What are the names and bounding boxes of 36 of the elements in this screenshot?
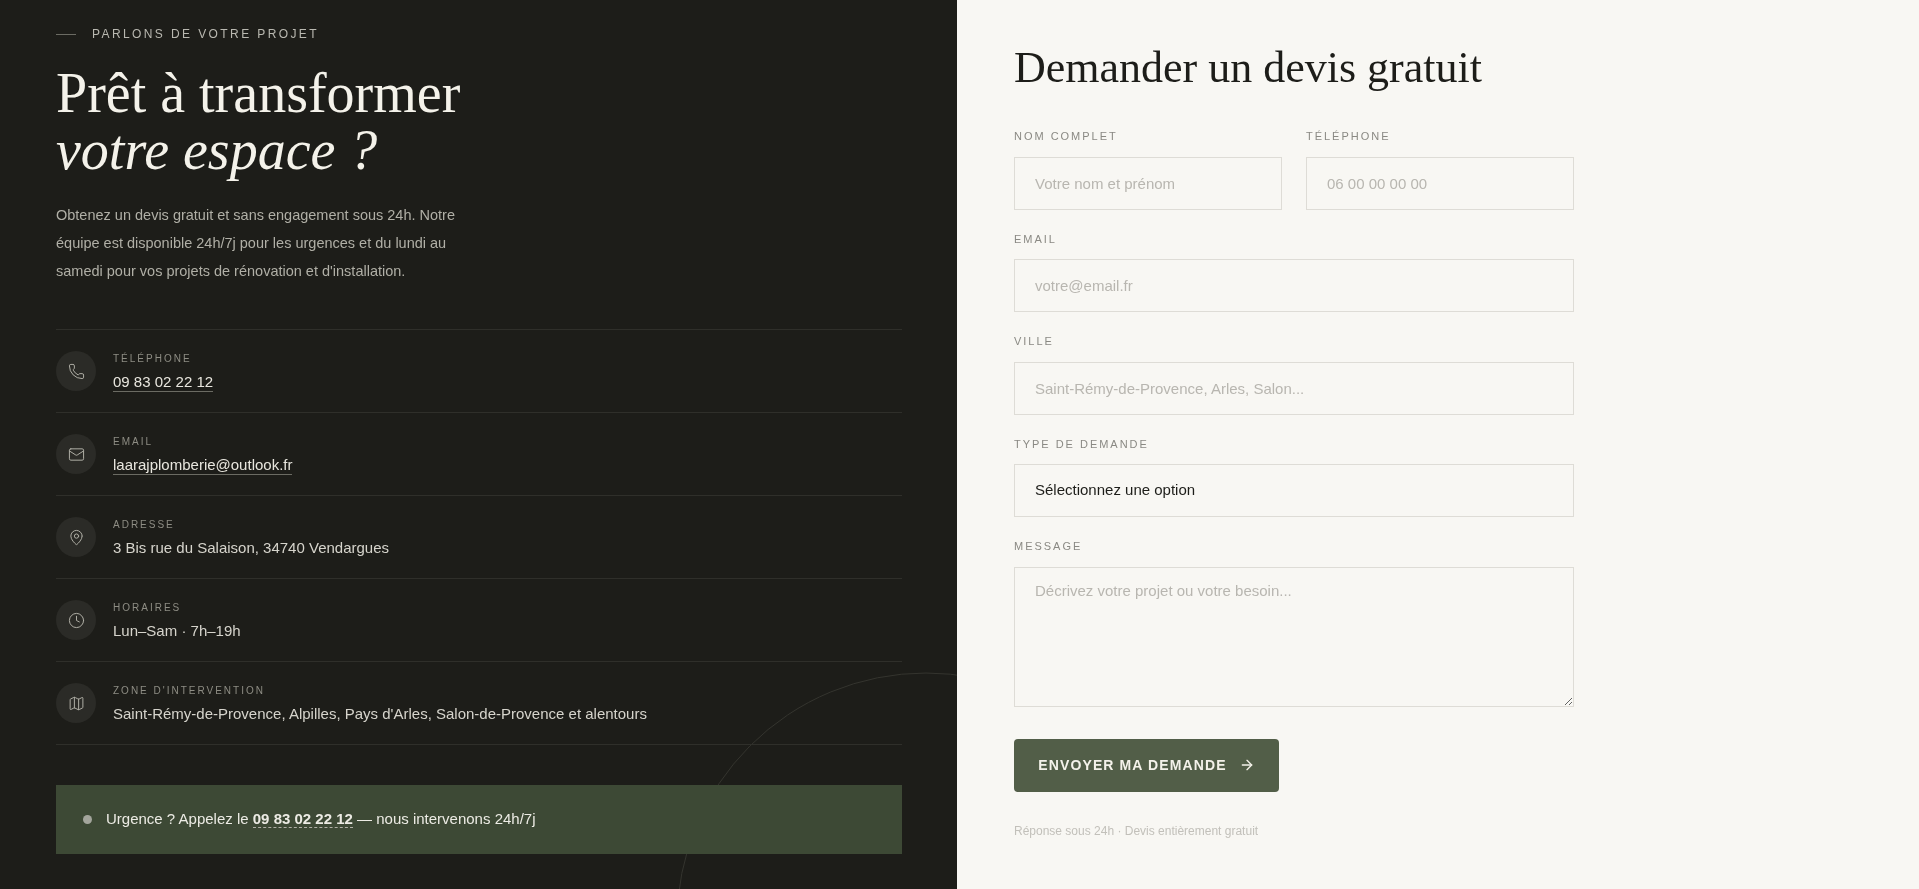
- contact-label: ZONE D'INTERVENTION: [113, 684, 266, 698]
- input-field[interactable]: Votre nom et prénom: [1014, 156, 1282, 210]
- form-note: Réponse sous 24h · Devis entièrement gratuit: [1014, 822, 1260, 840]
- map-pin-icon: [67, 528, 85, 546]
- textarea-field[interactable]: Décrivez votre projet ou votre besoin...: [1014, 566, 1574, 707]
- field-label: TÉLÉPHONE: [1306, 129, 1392, 144]
- clock-icon: [67, 611, 85, 629]
- field-label: VILLE: [1014, 334, 1055, 349]
- field-label: NOM COMPLET: [1014, 129, 1119, 144]
- phone-link[interactable]: 09 83 02 22 12: [252, 810, 353, 829]
- form-title: Demander un devis gratuit: [1014, 42, 1483, 94]
- eyebrow-text: PARLONS DE VOTRE PROJET: [92, 26, 319, 43]
- field-label: MESSAGE: [1014, 539, 1084, 554]
- contact-label: HORAIRES: [113, 601, 183, 615]
- contact-label: EMAIL: [113, 434, 154, 449]
- input-field[interactable]: 06 00 00 00 00: [1306, 156, 1574, 210]
- contact-label: ADRESSE: [113, 518, 176, 532]
- urgency-text: Urgence ? Appelez le 09 83 02 22 12 — nous intervenons 24h/7j: [106, 809, 536, 831]
- field-label: TYPE DE DEMANDE: [1014, 436, 1150, 452]
- input-field[interactable]: Saint-Rémy-de-Provence, Arles, Salon...: [1014, 361, 1574, 415]
- contact-value: Lun–Sam · 7h–19h: [113, 621, 241, 640]
- contact-value: 3 Bis rue du Salaison, 34740 Vendargues: [113, 538, 390, 557]
- contact-link[interactable]: 09 83 02 22 12: [113, 371, 214, 392]
- map-icon: [67, 694, 85, 712]
- input-field[interactable]: votre@email.fr: [1014, 259, 1574, 312]
- headline-italic-text: votre espace ?: [56, 122, 379, 179]
- mail-icon: [67, 445, 85, 463]
- contact-value: Saint-Rémy-de-Provence, Alpilles, Pays d'Arles, Salon-de-Provence et alentours: [113, 704, 647, 723]
- contact-label: TÉLÉPHONE: [113, 351, 193, 366]
- field-label: EMAIL: [1014, 231, 1058, 247]
- contact-link[interactable]: laarajplomberie@outlook.fr: [113, 454, 293, 475]
- headline-text: Prêt à transformer: [56, 65, 462, 122]
- phone-icon: [67, 362, 85, 380]
- description-text: Obtenez un devis gratuit et sans engagement sous 24h. Notre équipe est disponible 24h/7j pour les urgences et du lundi au samedi pour vos projets de rénovation et d'installation.: [56, 206, 456, 281]
- select-field[interactable]: Sélectionnez une option: [1014, 464, 1574, 517]
- submit-button[interactable]: ENVOYER MA DEMANDE: [1014, 738, 1279, 792]
